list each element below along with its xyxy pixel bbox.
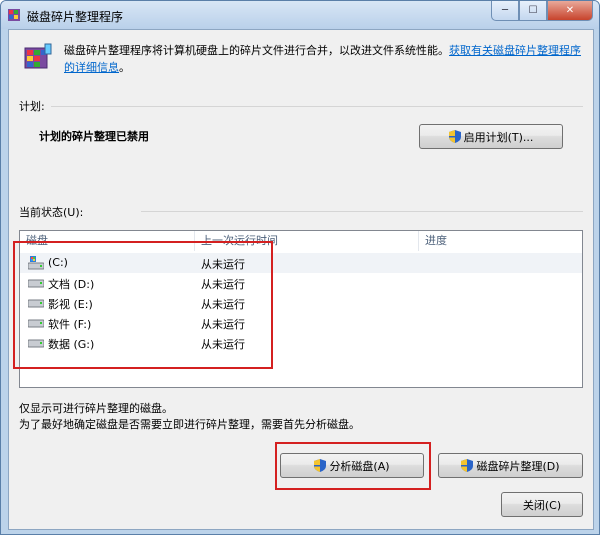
window-controls: ─ ☐ ✕ — [491, 1, 593, 21]
minimize-button[interactable]: ─ — [491, 1, 519, 21]
maximize-button[interactable]: ☐ — [519, 1, 547, 21]
window-title: 磁盘碎片整理程序 — [27, 10, 124, 24]
column-header-progress[interactable]: 进度 — [419, 231, 582, 251]
minimize-icon: ─ — [501, 5, 509, 16]
title-bar[interactable]: 磁盘碎片整理程序 ─ ☐ ✕ — [1, 1, 599, 29]
intro-text: 磁盘碎片整理程序将计算机硬盘上的碎片文件进行合并，以改进文件系统性能。获取有关磁… — [64, 42, 584, 76]
schedule-divider — [51, 106, 583, 107]
defragment-disk-button[interactable]: 磁盘碎片整理(D) — [438, 453, 583, 478]
dialog-body: 磁盘碎片整理程序将计算机硬盘上的碎片文件进行合并，以改进文件系统性能。获取有关磁… — [8, 29, 594, 530]
schedule-section-label: 计划: — [19, 100, 45, 113]
disk-highlight-box — [13, 241, 273, 369]
uac-shield-icon — [461, 459, 474, 472]
close-window-button[interactable]: ✕ — [547, 1, 593, 21]
intro-description: 磁盘碎片整理程序将计算机硬盘上的碎片文件进行合并，以改进文件系统性能。 — [64, 44, 449, 57]
defrag-app-icon — [8, 9, 20, 21]
status-divider — [141, 211, 583, 212]
close-button-label: 关闭(C) — [522, 498, 562, 512]
enable-schedule-button[interactable]: 启用计划(T)... — [419, 124, 563, 149]
note-line-2: 为了最好地确定磁盘是否需要立即进行碎片整理，需要首先分析磁盘。 — [19, 418, 360, 431]
analyze-highlight-box — [275, 442, 431, 490]
note-line-1: 仅显示可进行碎片整理的磁盘。 — [19, 402, 173, 415]
schedule-status: 计划的碎片整理已禁用 — [39, 130, 149, 143]
uac-shield-icon — [448, 130, 461, 143]
current-status-label: 当前状态(U): — [19, 206, 84, 219]
defrag-logo-icon — [24, 43, 52, 69]
maximize-icon: ☐ — [528, 5, 538, 16]
close-icon: ✕ — [565, 5, 575, 16]
close-button[interactable]: 关闭(C) — [501, 492, 583, 517]
defragment-disk-label: 磁盘碎片整理(D) — [476, 459, 560, 473]
defrag-window: 磁盘碎片整理程序 ─ ☐ ✕ 磁盘碎片整理程序将计算机硬盘上的碎片文件进行合并，… — [0, 0, 600, 535]
enable-schedule-label: 启用计划(T)... — [463, 130, 534, 144]
intro-link-end: 。 — [119, 61, 130, 74]
